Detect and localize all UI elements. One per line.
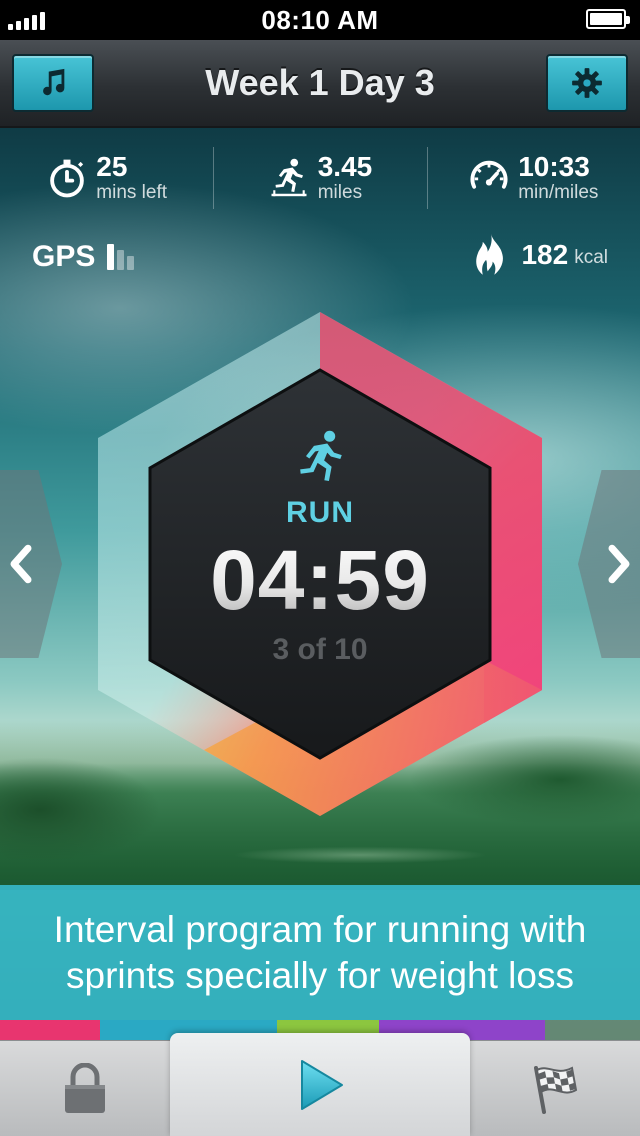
music-note-icon — [43, 68, 65, 96]
battery-icon — [586, 9, 630, 29]
music-button[interactable] — [12, 54, 94, 112]
program-description-banner: Interval program for running with sprint… — [0, 885, 640, 1020]
stat-pace: 10:33 min/miles — [426, 145, 640, 210]
status-time: 08:10 AM — [261, 4, 379, 35]
chevron-left-icon — [10, 544, 32, 584]
speedometer-icon — [470, 160, 508, 189]
flame-icon — [476, 233, 504, 275]
calories-indicator: 182 kcal — [471, 232, 608, 278]
bottom-toolbar — [0, 1033, 640, 1136]
gps-indicator: GPS — [32, 240, 135, 274]
page-title: Week 1 Day 3 — [205, 62, 435, 103]
countdown-timer: 04:59 — [210, 533, 430, 627]
calories-unit: kcal — [574, 247, 608, 268]
program-description: Interval program for running with sprint… — [53, 908, 587, 996]
chevron-right-icon — [608, 544, 630, 584]
status-bar: 08:10 AM — [0, 0, 640, 40]
stat-unit: min/miles — [518, 182, 599, 203]
stat-value: 3.45 — [317, 151, 373, 182]
interval-info: RUN 04:59 3 of 10 — [94, 428, 546, 667]
running-man-icon — [300, 430, 342, 481]
nav-bar: Week 1 Day 3 — [0, 40, 640, 128]
interval-timer: RUN 04:59 3 of 10 — [94, 308, 546, 820]
settings-button[interactable] — [546, 54, 628, 112]
calories-value: 182 — [521, 239, 569, 270]
field-path — [180, 835, 540, 875]
stopwatch-icon — [50, 159, 85, 197]
stat-unit: miles — [317, 182, 363, 203]
finish-button[interactable] — [470, 1041, 640, 1136]
stat-time-left: 25 mins left — [0, 145, 213, 210]
checkered-flag-icon — [534, 1066, 578, 1114]
gear-icon — [572, 68, 602, 98]
runner-icon — [271, 158, 307, 196]
lock-icon — [65, 1063, 105, 1113]
phase-label: RUN — [286, 496, 354, 529]
play-icon — [301, 1060, 343, 1110]
stats-row: 25 mins left 3.45 miles 10:33 min/miles — [0, 145, 640, 210]
cellular-signal-icon — [8, 10, 45, 30]
stat-unit: mins left — [96, 182, 168, 203]
stat-distance: 3.45 miles — [213, 145, 426, 210]
strip-segment — [0, 1020, 100, 1040]
interval-progress: 3 of 10 — [272, 633, 368, 666]
stat-value: 10:33 — [518, 151, 590, 182]
gps-label: GPS — [32, 240, 96, 273]
play-button[interactable] — [170, 1033, 470, 1136]
gps-signal-icon — [107, 244, 135, 270]
strip-segment — [545, 1020, 640, 1040]
lock-button[interactable] — [0, 1041, 170, 1136]
stat-value: 25 — [96, 151, 128, 182]
